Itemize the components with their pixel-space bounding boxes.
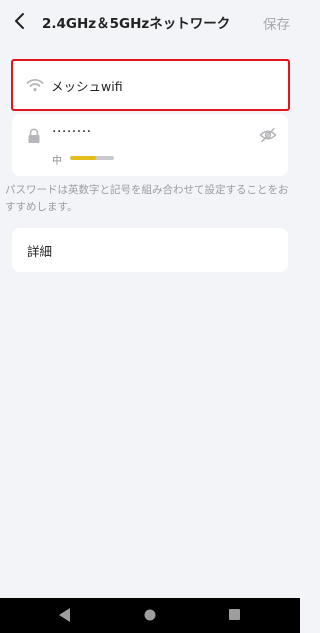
ssid-input[interactable]: メッシュwifi	[51, 76, 123, 95]
password-strength-meter	[70, 156, 114, 160]
details-row[interactable]: 詳細	[12, 228, 288, 272]
password-input[interactable]: ········	[52, 124, 92, 140]
square-recent-icon[interactable]	[229, 609, 240, 620]
page-title: 2.4GHz＆5GHzネットワーク	[42, 16, 231, 32]
chevron-left-icon[interactable]	[10, 10, 32, 32]
password-hint: パスワードは英数字と記号を組み合わせて設定することをおすすめします。	[5, 184, 289, 213]
app-header: 2.4GHz＆5GHzネットワーク 保存	[0, 0, 300, 44]
details-label: 詳細	[27, 244, 53, 259]
system-nav-bar	[0, 598, 300, 633]
password-field[interactable]: ········ 中	[12, 114, 288, 176]
eye-off-icon[interactable]	[259, 127, 277, 143]
ssid-field[interactable]: メッシュwifi	[12, 60, 288, 110]
password-strength-label: 中	[52, 156, 62, 167]
lock-icon	[28, 128, 40, 143]
triangle-back-icon[interactable]	[59, 608, 71, 622]
password-strength-fill	[70, 156, 97, 160]
wifi-icon	[26, 79, 44, 92]
save-button[interactable]: 保存	[263, 13, 290, 33]
circle-home-icon[interactable]	[144, 609, 156, 621]
